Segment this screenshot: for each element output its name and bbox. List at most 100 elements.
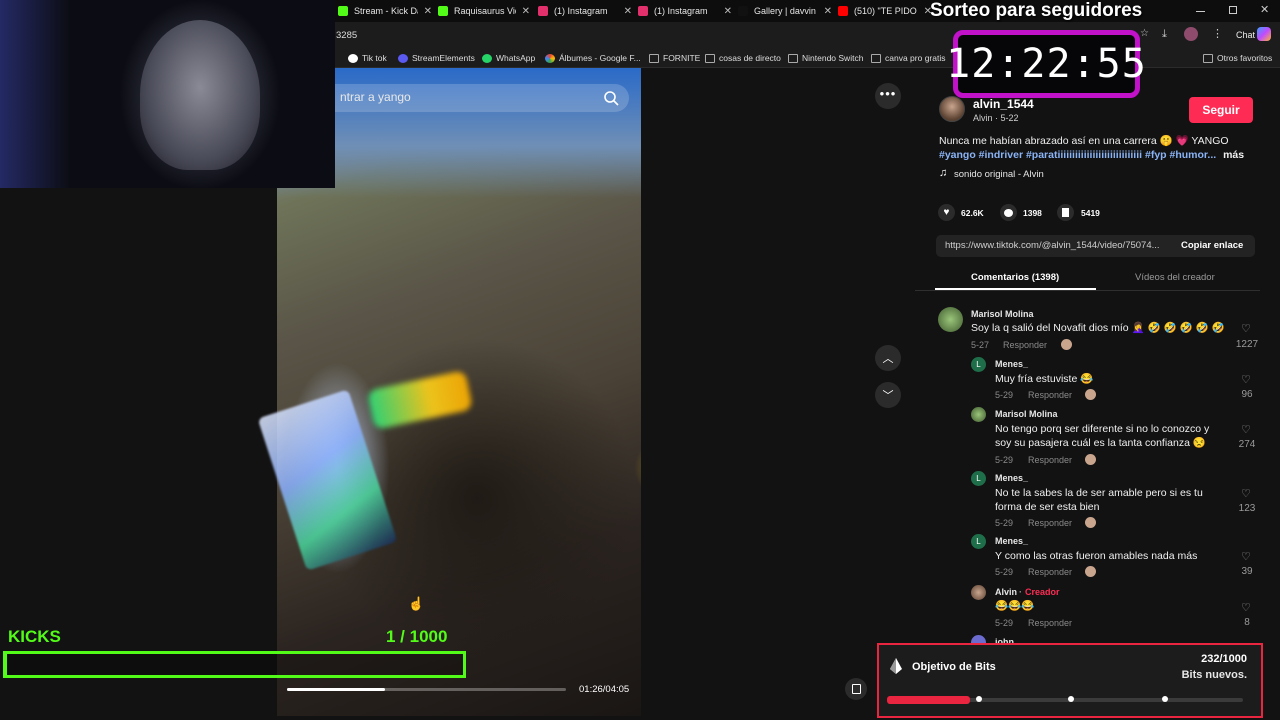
comment-text: Y como las otras fueron amables nada más — [995, 550, 1198, 562]
creator-subtitle: Alvin · 5-22 — [973, 113, 1019, 123]
extension-icon[interactable]: ☆ — [1140, 28, 1149, 39]
comment-avatar[interactable]: L — [971, 471, 986, 486]
save-button[interactable] — [1057, 204, 1074, 221]
mouse-cursor: ☝ — [408, 596, 425, 611]
comment-heart-icon[interactable]: ♡ — [1241, 373, 1253, 386]
menu-icon[interactable]: ⋮ — [1212, 27, 1223, 40]
comment-icon — [1004, 208, 1013, 217]
comment-heart-icon[interactable]: ♡ — [1241, 322, 1253, 335]
reply-button[interactable]: Responder — [1028, 618, 1072, 628]
kicks-goal-bar — [3, 651, 466, 678]
bookmark-item[interactable]: WhatsApp — [482, 51, 535, 65]
comment-avatar[interactable]: L — [971, 534, 986, 549]
share-link-box: https://www.tiktok.com/@alvin_1544/video… — [936, 235, 1255, 257]
tab-close-icon[interactable]: ✕ — [424, 6, 432, 17]
tab-close-icon[interactable]: ✕ — [824, 6, 832, 17]
tab-close-icon[interactable]: ✕ — [724, 6, 732, 17]
comment-author[interactable]: Marisol Molina — [995, 409, 1058, 419]
browser-tab[interactable]: (1) Instagram ✕ — [638, 0, 732, 22]
see-more-link[interactable]: más — [1223, 149, 1244, 161]
sound-name[interactable]: sonido original - Alvin — [954, 169, 1044, 180]
bits-milestone — [1068, 696, 1074, 702]
bookmark-item[interactable]: canva pro gratis — [871, 51, 945, 65]
creator-liked-badge — [1085, 389, 1096, 400]
creator-avatar[interactable] — [939, 96, 965, 122]
url-text[interactable]: 3285 — [336, 30, 357, 41]
video-search-text[interactable]: ntrar a yango — [340, 90, 411, 104]
search-icon[interactable] — [602, 89, 620, 107]
like-count: 62.6K — [961, 208, 984, 218]
close-icon[interactable]: ✕ — [1260, 3, 1269, 16]
comment-avatar[interactable] — [971, 635, 986, 643]
comment-avatar[interactable] — [938, 307, 963, 332]
copy-link-button[interactable]: Copiar enlace — [1181, 240, 1243, 251]
video-progress-bar[interactable] — [287, 688, 566, 691]
timer-text: 12:22:55 — [946, 41, 1147, 87]
bookmark-label: Álbumes - Google F... — [559, 53, 641, 63]
comment-author[interactable]: Menes_ — [995, 536, 1028, 546]
browser-tab[interactable]: (510) "TE PIDO P✕ — [838, 0, 932, 22]
comment-author[interactable]: Menes_ — [995, 359, 1028, 369]
comment-text: No tengo porq ser diferente si no lo con… — [995, 423, 1210, 449]
bits-milestone — [976, 696, 982, 702]
comment-heart-icon[interactable]: ♡ — [1241, 550, 1253, 563]
tab-close-icon[interactable]: ✕ — [624, 6, 632, 17]
more-options-button[interactable]: ••• — [875, 83, 901, 109]
creator-username[interactable]: alvin_1544 — [973, 97, 1034, 111]
comment-avatar[interactable]: L — [971, 357, 986, 372]
webcam-streamer — [140, 20, 260, 170]
comment-avatar[interactable] — [971, 407, 986, 422]
reply-button[interactable]: Responder — [1003, 340, 1047, 350]
bits-count: 232/1000 — [1201, 653, 1247, 665]
tab-label: (1) Instagram — [554, 6, 608, 16]
bookmark-item[interactable]: Álbumes - Google F... — [545, 51, 641, 65]
previous-video-button[interactable]: ︿ — [875, 345, 901, 371]
comment-text: Soy la q salió del Novafit dios mío 🤦‍♀️… — [971, 322, 1225, 334]
comment-avatar[interactable] — [971, 585, 986, 600]
browser-tab[interactable]: Stream - Kick Da ✕ — [338, 0, 432, 22]
tab-favicon-icon — [338, 6, 348, 16]
tab-label: Stream - Kick Da — [354, 6, 418, 16]
comment-date: 5-29 — [995, 567, 1014, 577]
reply-button[interactable]: Responder — [1028, 518, 1072, 528]
reply-button[interactable]: Responder — [1028, 455, 1072, 465]
tab-label: (1) Instagram — [654, 6, 708, 16]
other-bookmarks[interactable]: Otros favoritos — [1203, 51, 1272, 65]
pip-button[interactable] — [845, 678, 867, 700]
download-icon[interactable]: ⤓ — [1162, 28, 1167, 41]
comment-author[interactable]: Menes_ — [995, 473, 1028, 483]
follow-button[interactable]: Seguir — [1189, 97, 1253, 123]
reply-button[interactable]: Responder — [1028, 567, 1072, 577]
comment-heart-icon[interactable]: ♡ — [1241, 601, 1253, 614]
chat-button[interactable]: Chat — [1236, 30, 1255, 40]
tab-creator-videos[interactable]: Vídeos del creador — [1135, 272, 1215, 283]
tab-favicon-icon — [838, 6, 848, 16]
reply-button[interactable]: Responder — [1028, 390, 1072, 400]
bookmark-item[interactable]: Tik tok — [348, 51, 387, 65]
comment-heart-icon[interactable]: ♡ — [1241, 487, 1253, 500]
share-link-url[interactable]: https://www.tiktok.com/@alvin_1544/video… — [945, 240, 1160, 251]
bookmark-item[interactable]: Nintendo Switch — [788, 51, 863, 65]
bookmark-item[interactable]: FORNITE — [649, 51, 700, 65]
browser-tab[interactable]: Raquisaurus Vid ✕ — [438, 0, 530, 22]
profile-avatar[interactable] — [1184, 27, 1198, 41]
comment-author[interactable]: Marisol Molina — [971, 309, 1034, 319]
caption-hashtags[interactable]: #yango #indriver #paratiiiiiiiiiiiiiiiii… — [939, 149, 1216, 161]
comment-heart-icon[interactable]: ♡ — [1241, 423, 1253, 436]
like-button[interactable]: ♥ — [938, 204, 955, 221]
copilot-icon[interactable] — [1257, 27, 1271, 41]
comment-author[interactable]: Alvin — [995, 587, 1017, 597]
minimize-icon[interactable] — [1196, 11, 1205, 12]
pip-icon — [851, 684, 861, 694]
next-video-button[interactable]: ﹀ — [875, 382, 901, 408]
tab-close-icon[interactable]: ✕ — [522, 6, 530, 17]
bookmark-item[interactable]: StreamElements — [398, 51, 475, 65]
comment-button[interactable] — [1000, 204, 1017, 221]
tab-comments[interactable]: Comentarios (1398) — [971, 272, 1059, 283]
browser-tab[interactable]: (1) Instagram ✕ — [538, 0, 632, 22]
bookmark-item[interactable]: cosas de directo — [705, 51, 781, 65]
active-tab-indicator — [935, 288, 1096, 290]
restore-icon[interactable] — [1229, 6, 1237, 14]
bits-progress-bar — [887, 696, 1243, 704]
browser-tab[interactable]: Gallery | davvin ✕ — [738, 0, 832, 22]
